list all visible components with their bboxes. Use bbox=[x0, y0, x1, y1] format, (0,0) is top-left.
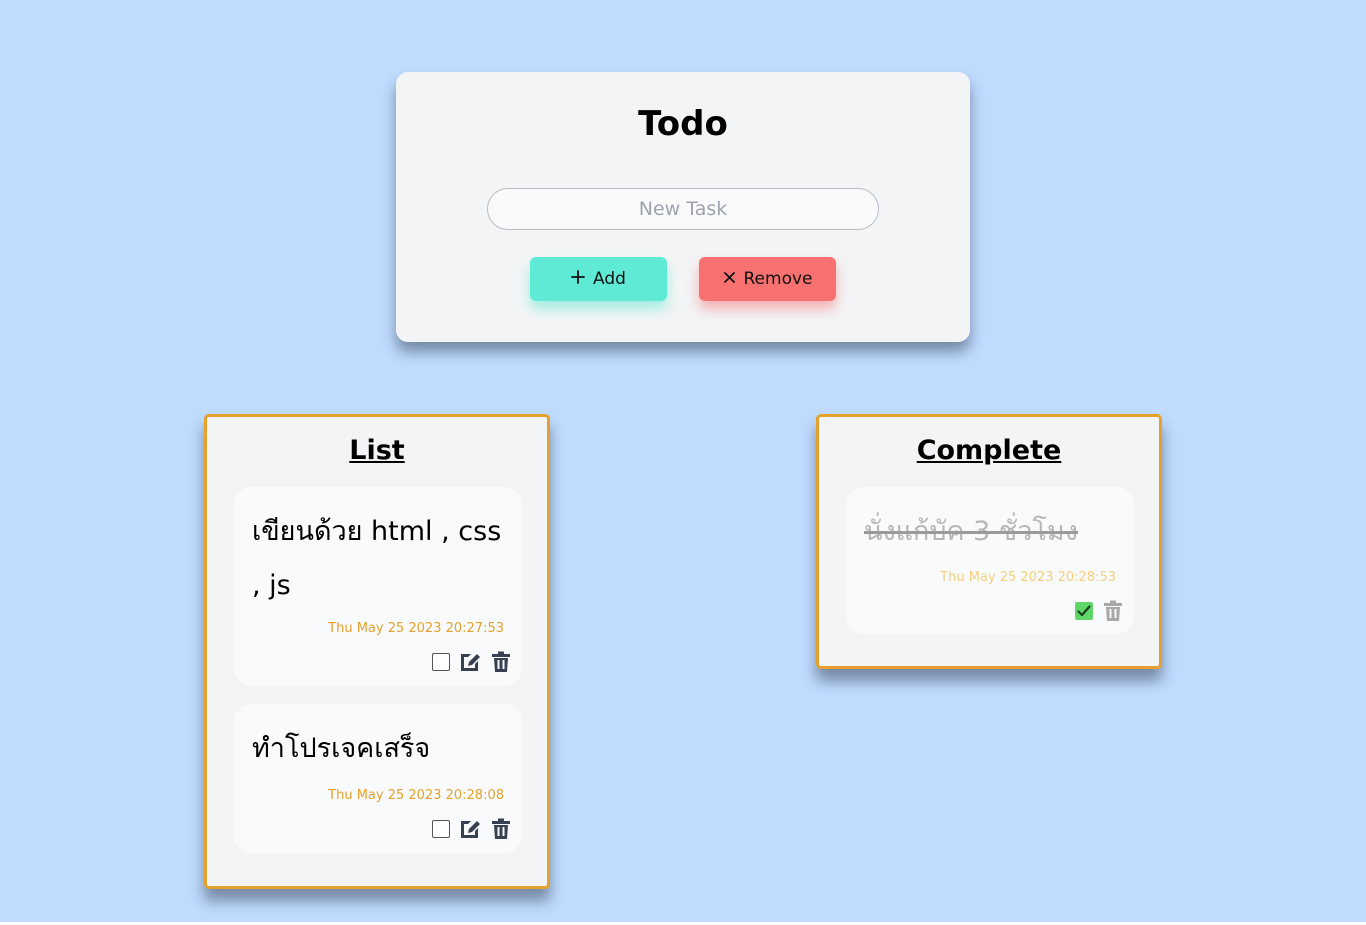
task-text: นั่งแก้บัค 3 ชั่วโมง bbox=[864, 516, 1078, 547]
complete-checkbox[interactable] bbox=[432, 820, 450, 838]
check-icon bbox=[1077, 605, 1091, 617]
task-actions bbox=[1075, 600, 1124, 622]
trash-icon[interactable] bbox=[490, 818, 512, 840]
task-text: เขียนด้วย html , css , js bbox=[252, 516, 502, 601]
add-button[interactable]: Add bbox=[530, 257, 667, 301]
complete-checkbox[interactable] bbox=[432, 653, 450, 671]
add-button-label: Add bbox=[593, 269, 626, 289]
remove-button[interactable]: Remove bbox=[699, 257, 836, 301]
task-actions bbox=[432, 651, 512, 673]
times-icon bbox=[723, 269, 736, 289]
trash-icon[interactable] bbox=[1102, 600, 1124, 622]
task-date: Thu May 25 2023 20:27:53 bbox=[328, 621, 504, 636]
task-date: Thu May 25 2023 20:28:08 bbox=[328, 788, 504, 803]
remove-button-label: Remove bbox=[743, 269, 813, 289]
complete-panel-title: Complete bbox=[916, 435, 1062, 466]
edit-icon[interactable] bbox=[459, 818, 481, 840]
list-item: เขียนด้วย html , css , js Thu May 25 202… bbox=[234, 487, 522, 686]
app-title: Todo bbox=[638, 104, 728, 144]
list-panel: List เขียนด้วย html , css , js Thu May 2… bbox=[204, 414, 550, 889]
list-item: นั่งแก้บัค 3 ชั่วโมง Thu May 25 2023 20:… bbox=[846, 487, 1134, 634]
complete-checkbox[interactable] bbox=[1075, 602, 1093, 620]
complete-panel: Complete นั่งแก้บัค 3 ชั่วโมง Thu May 25… bbox=[816, 414, 1162, 669]
list-item: ทำโปรเจคเสร็จ Thu May 25 2023 20:28:08 bbox=[234, 704, 522, 853]
trash-icon[interactable] bbox=[490, 651, 512, 673]
new-task-input[interactable] bbox=[487, 188, 879, 230]
task-actions bbox=[432, 818, 512, 840]
edit-icon[interactable] bbox=[459, 651, 481, 673]
task-date: Thu May 25 2023 20:28:53 bbox=[940, 570, 1116, 585]
task-text: ทำโปรเจคเสร็จ bbox=[252, 733, 431, 764]
plus-icon bbox=[571, 269, 585, 289]
list-panel-title: List bbox=[349, 435, 405, 466]
